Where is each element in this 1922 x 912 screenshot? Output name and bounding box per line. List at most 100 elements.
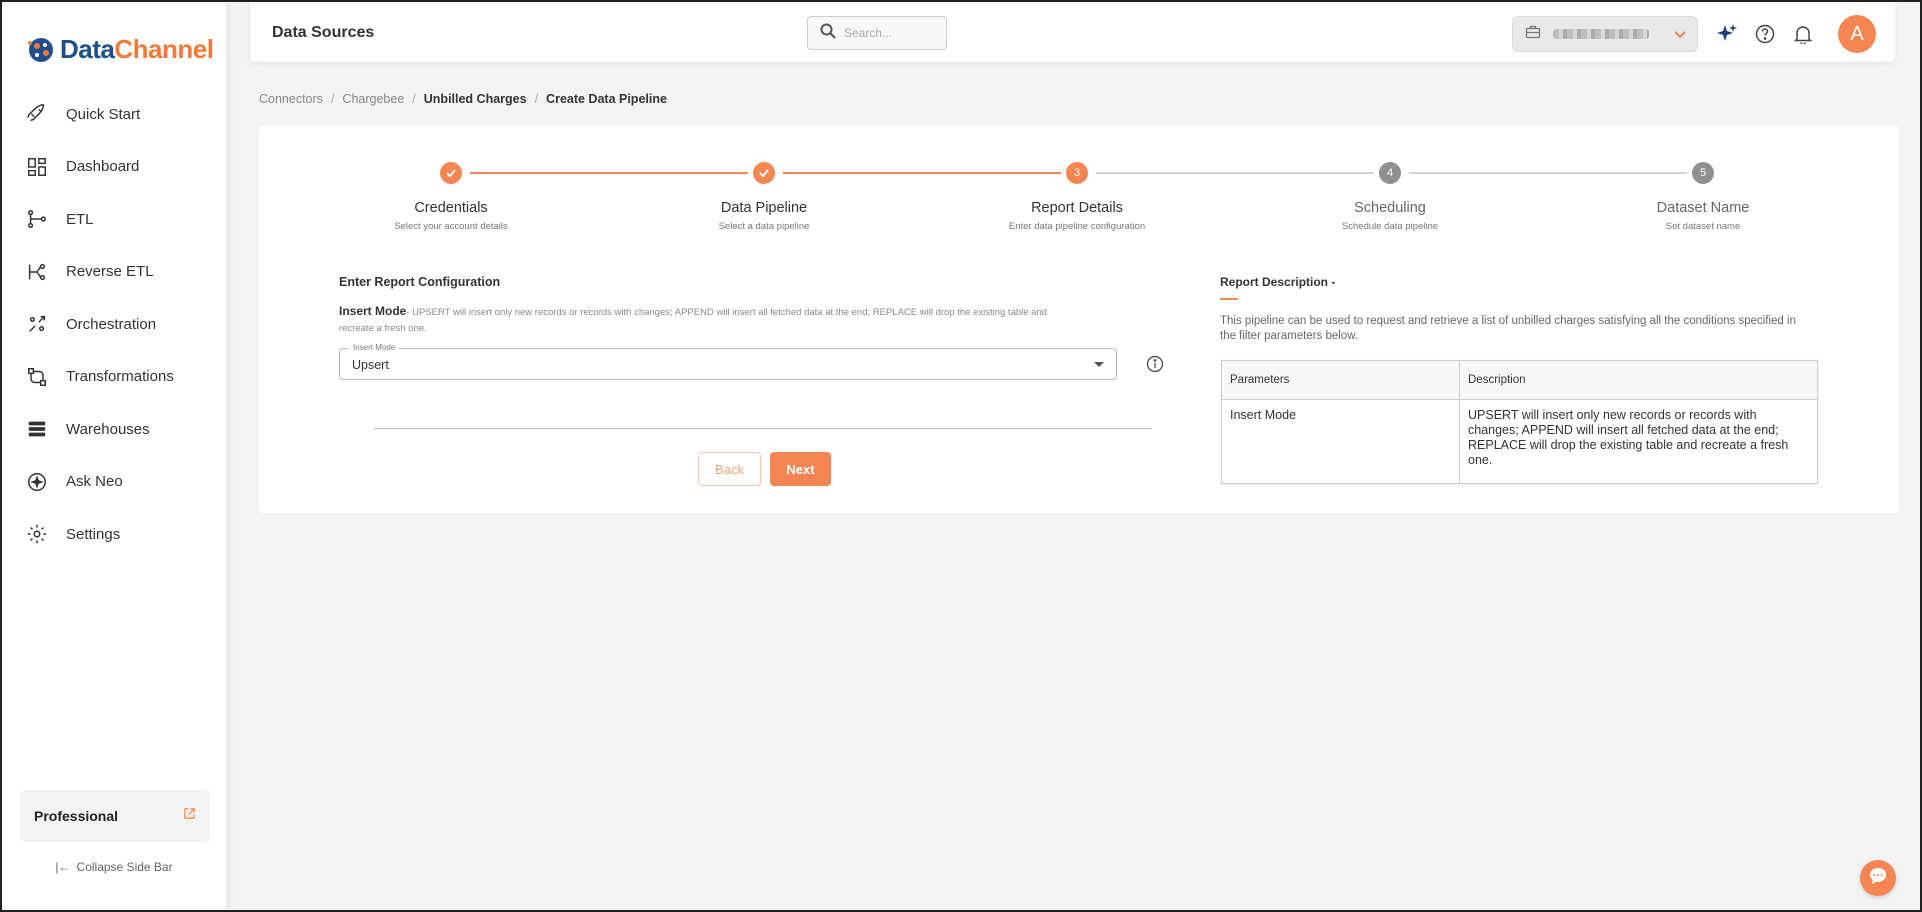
sidebar: DataChannel Quick Start Dashboard ETL Re…	[2, 2, 226, 910]
top-header: Data Sources A	[250, 2, 1895, 62]
report-description-text: This pipeline can be used to request and…	[1220, 315, 1796, 342]
column-header-description: Description	[1459, 360, 1818, 400]
back-button[interactable]: Back	[698, 452, 761, 486]
breadcrumb-chargebee[interactable]: Chargebee	[342, 92, 404, 106]
table-row: Insert Mode UPSERT will insert only new …	[1221, 399, 1818, 484]
datachannel-logo[interactable]: DataChannel	[26, 34, 214, 65]
sidebar-item-settings[interactable]: Settings	[2, 508, 226, 561]
insert-mode-label: Insert Mode	[339, 304, 407, 318]
dropdown-arrow-icon	[1094, 362, 1104, 367]
search-box[interactable]	[807, 16, 947, 50]
ask-neo-icon	[26, 471, 48, 493]
step-5-title: Dataset Name	[1656, 200, 1750, 216]
info-icon[interactable]	[1146, 355, 1164, 378]
sidebar-item-etl[interactable]: ETL	[2, 193, 226, 246]
title-underline	[1220, 298, 1238, 300]
insert-mode-select[interactable]: Insert Mode Upsert	[339, 343, 1117, 380]
column-header-parameters: Parameters	[1221, 360, 1460, 400]
step-2-check-icon	[753, 162, 775, 184]
config-heading: Enter Report Configuration	[339, 275, 501, 289]
ai-sparkle-icon[interactable]	[1715, 22, 1739, 46]
step-3-subtitle: Enter data pipeline configuration	[1008, 221, 1146, 232]
workspace-name-redacted	[1553, 29, 1649, 39]
breadcrumb-separator: /	[412, 92, 416, 106]
workspace-selector[interactable]	[1512, 16, 1698, 52]
step-3-number: 3	[1066, 162, 1088, 184]
sidebar-item-label: Reverse ETL	[66, 263, 154, 281]
plan-label: Professional	[34, 808, 119, 824]
parameter-description-cell: UPSERT will insert only new records or r…	[1459, 399, 1818, 484]
rocket-icon	[26, 103, 48, 125]
sidebar-item-label: Transformations	[66, 368, 174, 386]
etl-icon	[26, 208, 48, 230]
step-1-title: Credentials	[414, 200, 488, 216]
sidebar-item-transformations[interactable]: Transformations	[2, 351, 226, 404]
step-1-check-icon	[440, 162, 462, 184]
stepper-connector	[1409, 172, 1687, 174]
sidebar-item-label: ETL	[66, 210, 94, 228]
logo-text-channel: Channel	[114, 34, 214, 64]
reverse-etl-icon	[26, 261, 48, 283]
sidebar-item-quick-start[interactable]: Quick Start	[2, 88, 226, 141]
breadcrumb-connectors[interactable]: Connectors	[259, 92, 323, 106]
settings-icon	[26, 523, 48, 545]
sidebar-item-warehouses[interactable]: Warehouses	[2, 403, 226, 456]
sidebar-item-label: Ask Neo	[66, 473, 123, 491]
collapse-arrow-icon: |←	[55, 860, 71, 874]
sidebar-item-ask-neo[interactable]: Ask Neo	[2, 456, 226, 509]
avatar[interactable]: A	[1838, 15, 1876, 53]
table-header-row: Parameters Description	[1221, 360, 1818, 400]
collapse-sidebar-label: Collapse Side Bar	[76, 860, 173, 874]
sidebar-item-label: Warehouses	[66, 420, 150, 438]
search-input[interactable]	[844, 26, 934, 40]
stepper-connector	[470, 172, 748, 174]
breadcrumb-separator: /	[330, 92, 335, 106]
step-4-subtitle: Schedule data pipeline	[1341, 221, 1439, 232]
bell-icon[interactable]	[1791, 22, 1815, 46]
report-description-title: Report Description -	[1220, 275, 1336, 289]
pipeline-card: Credentials Select your account details …	[259, 126, 1899, 513]
chevron-down-icon	[1673, 27, 1687, 46]
orchestration-icon	[26, 313, 48, 335]
dashboard-icon	[26, 156, 48, 178]
step-4-title: Scheduling	[1354, 200, 1426, 216]
insert-mode-help-text: - UPSERT will insert only new records or…	[339, 307, 1048, 334]
insert-mode-help: Insert Mode- UPSERT will insert only new…	[339, 303, 1059, 337]
sidebar-nav: Quick Start Dashboard ETL Reverse ETL Or…	[2, 88, 226, 561]
step-5-number: 5	[1692, 162, 1714, 184]
help-icon[interactable]	[1753, 22, 1777, 46]
external-link-icon[interactable]	[183, 807, 196, 825]
parameters-table: Parameters Description Insert Mode UPSER…	[1221, 360, 1818, 484]
next-button[interactable]: Next	[770, 452, 831, 486]
chat-bubble-icon	[1868, 866, 1888, 891]
page-title: Data Sources	[272, 24, 375, 41]
sidebar-item-label: Dashboard	[66, 158, 140, 176]
step-5-subtitle: Set dataset name	[1665, 221, 1741, 232]
logo-text-data: Data	[60, 34, 115, 64]
breadcrumb-current: Create Data Pipeline	[546, 92, 667, 106]
search-icon	[820, 23, 836, 44]
plan-card[interactable]: Professional	[20, 790, 210, 842]
sidebar-item-label: Orchestration	[66, 315, 157, 333]
insert-mode-select-value: Upsert	[352, 358, 389, 372]
sidebar-item-dashboard[interactable]: Dashboard	[2, 141, 226, 194]
breadcrumb-unbilled-charges: Unbilled Charges	[423, 92, 527, 106]
step-2-title: Data Pipeline	[720, 200, 808, 216]
transformations-icon	[26, 366, 48, 388]
step-3-title: Report Details	[1031, 200, 1123, 216]
collapse-sidebar-button[interactable]: |← Collapse Side Bar	[2, 860, 226, 874]
briefcase-icon	[1525, 24, 1541, 45]
divider	[374, 428, 1152, 429]
step-2-subtitle: Select a data pipeline	[718, 221, 810, 232]
sidebar-item-orchestration[interactable]: Orchestration	[2, 298, 226, 351]
step-4-number: 4	[1379, 162, 1401, 184]
breadcrumb: Connectors / Chargebee / Unbilled Charge…	[259, 92, 667, 106]
sidebar-item-reverse-etl[interactable]: Reverse ETL	[2, 246, 226, 299]
insert-mode-select-legend: Insert Mode	[349, 343, 400, 352]
sidebar-item-label: Quick Start	[66, 105, 141, 123]
step-1-subtitle: Select your account details	[394, 221, 508, 232]
stepper-connector	[783, 172, 1061, 174]
breadcrumb-separator: /	[534, 92, 539, 106]
logo-mark-icon	[28, 37, 53, 62]
chat-support-button[interactable]	[1860, 860, 1896, 896]
